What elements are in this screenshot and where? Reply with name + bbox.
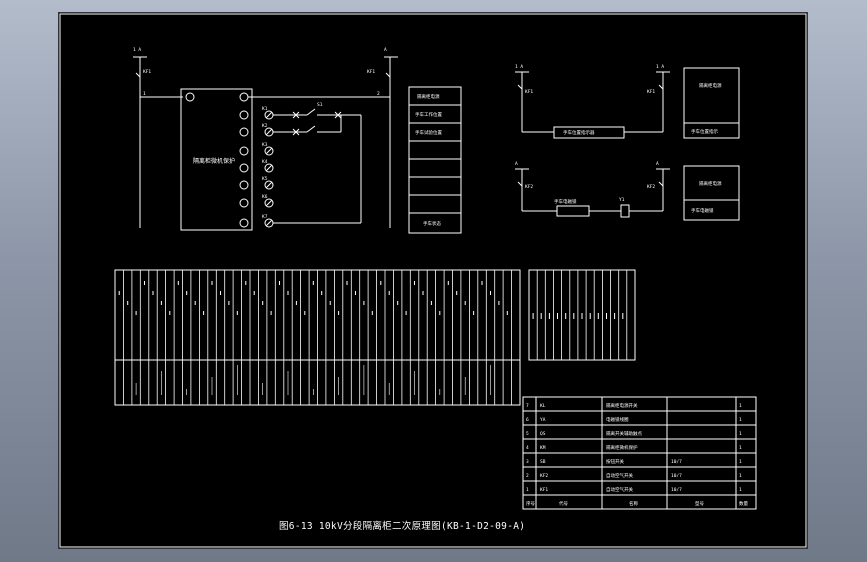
bom-no: 6 <box>526 417 529 423</box>
legend-box <box>408 86 462 234</box>
bom-symbol: KM <box>540 445 546 451</box>
terminal-label-6: K6 <box>262 194 268 200</box>
bom-name: 隔离柜电源开关 <box>606 402 638 409</box>
legend-row-3: 手车试验位置 <box>415 129 442 136</box>
left-fuse-label: KF1 <box>143 69 151 75</box>
drawing-caption: 图6-13 10kV分段隔离柜二次原理图(KB-1-D2-09-A) <box>279 520 525 532</box>
mr-right-top-label: A <box>656 161 659 167</box>
wire-right-label: 2 <box>377 91 380 97</box>
terminal-label-1: K1 <box>262 106 268 112</box>
bom-name: 电磁锁线圈 <box>606 416 629 423</box>
terminal-column <box>239 92 274 228</box>
mr-box-row-2: 手车电磁锁 <box>691 207 714 214</box>
device-input-terminal <box>185 92 195 102</box>
bom-header-qty: 数量 <box>739 500 748 507</box>
mr-fuse-left-label: KF2 <box>525 184 533 190</box>
terminal-strip-main <box>114 269 521 406</box>
top-right-circuit <box>515 67 740 139</box>
tr-fuse-right-label: KF1 <box>647 89 655 95</box>
tr-right-top-label: 1 A <box>656 64 664 70</box>
right-bus-label: A <box>384 47 387 53</box>
bom-qty: 1 <box>739 403 742 409</box>
bom-qty: 1 <box>739 473 742 479</box>
bom-symbol: QS <box>540 431 546 437</box>
legend-row-8: 手车状态 <box>423 220 441 227</box>
bom-name: 隔离开关辅助触点 <box>606 430 642 437</box>
tr-box-row-1: 隔离柜电源 <box>699 82 722 89</box>
legend-row-2: 手车工作位置 <box>415 111 442 118</box>
terminal-label-2: K2 <box>262 123 268 129</box>
bom-name: 自动空气开关 <box>606 486 633 493</box>
left-fuse-mark <box>135 72 141 78</box>
right-fuse-mark <box>385 72 391 78</box>
bom-table-text: 7 KL 隔离柜电源开关 1 6 YA 电磁锁线圈 1 5 QS 隔离开关辅助触点 1 4 KM 隔离柜微机… <box>526 402 748 507</box>
bom-qty: 1 <box>739 431 742 437</box>
mr-relay-label: Y1 <box>619 197 625 203</box>
drawing-sheet: 1 A A KF1 KF1 1 2 隔离柜微机保护 S1 K1 K2 K3 K4… <box>59 13 807 548</box>
tr-fuse-left-label: KF1 <box>525 89 533 95</box>
left-bus-label: 1 A <box>133 47 141 53</box>
switch-label: S1 <box>317 102 323 108</box>
bom-no: 3 <box>526 459 529 465</box>
bom-symbol: SB <box>540 459 546 465</box>
wire-left-label: 1 <box>143 91 146 97</box>
terminal-label-5: K5 <box>262 176 268 182</box>
terminal-label-4: K4 <box>262 159 268 165</box>
bom-header-symbol: 代号 <box>559 500 568 507</box>
terminal-strip-aux <box>528 269 636 361</box>
bom-spec: 10/7 <box>671 473 682 479</box>
bom-symbol: YA <box>540 417 546 423</box>
legend-row-1: 隔离柜电源 <box>417 93 440 100</box>
bom-symbol: KL <box>540 403 546 409</box>
mr-component-label: 手车电磁锁 <box>554 198 577 205</box>
device-label: 隔离柜微机保护 <box>193 157 235 165</box>
terminal-label-3: K3 <box>262 142 268 148</box>
mr-box-row-1: 隔离柜电源 <box>699 180 722 187</box>
bom-spec: 10/7 <box>671 459 682 465</box>
mr-fuse-right-label: KF2 <box>647 184 655 190</box>
bom-spec: 10/7 <box>671 487 682 493</box>
bom-qty: 1 <box>739 487 742 493</box>
bom-symbol: KF2 <box>540 473 548 479</box>
terminal-label-7: K7 <box>262 214 268 220</box>
bom-header-no: 序号 <box>526 500 535 507</box>
bom-symbol: KF1 <box>540 487 548 493</box>
bom-header-name: 名称 <box>629 500 638 507</box>
tr-box-row-2: 手车位置指示 <box>691 128 718 135</box>
mr-left-top-label: A <box>515 161 518 167</box>
bom-no: 4 <box>526 445 529 451</box>
bom-name: 自动空气开关 <box>606 472 633 479</box>
app-viewport: 1 A A KF1 KF1 1 2 隔离柜微机保护 S1 K1 K2 K3 K4… <box>0 0 867 562</box>
bom-name: 隔离柜微机保护 <box>606 444 638 451</box>
tr-left-top-label: 1 A <box>515 64 523 70</box>
schematic-canvas: 1 A A KF1 KF1 1 2 隔离柜微机保护 S1 K1 K2 K3 K4… <box>59 13 807 548</box>
right-fuse-label: KF1 <box>367 69 375 75</box>
bom-qty: 1 <box>739 445 742 451</box>
bom-name: 按钮开关 <box>606 458 624 465</box>
bom-no: 2 <box>526 473 529 479</box>
bom-header-spec: 型号 <box>695 500 704 507</box>
bom-qty: 1 <box>739 417 742 423</box>
bom-no: 7 <box>526 403 529 409</box>
bom-no: 5 <box>526 431 529 437</box>
bom-no: 1 <box>526 487 529 493</box>
bom-table <box>522 396 757 510</box>
bom-qty: 1 <box>739 459 742 465</box>
tr-component-label: 手车位置指示器 <box>563 129 595 136</box>
